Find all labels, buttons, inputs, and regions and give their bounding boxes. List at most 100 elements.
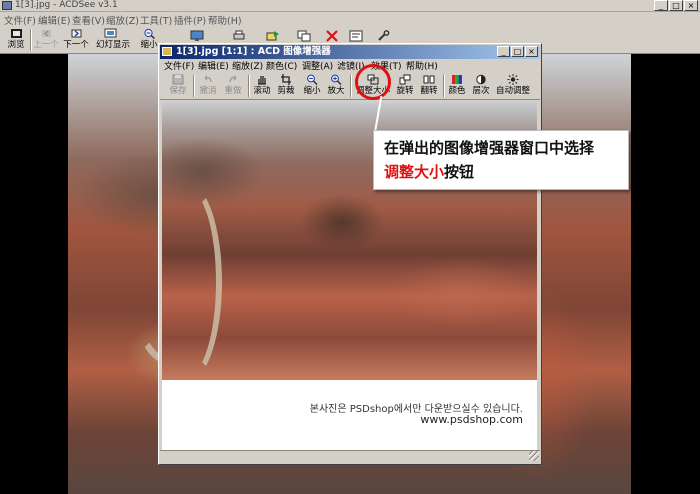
zoom-in-button[interactable]: 放大: [324, 73, 348, 99]
menu-help[interactable]: 帮助(H): [208, 13, 242, 27]
previous-button[interactable]: 上一个: [32, 28, 60, 52]
enhancer-menu-bar: 文件(F) 编辑(E) 缩放(Z) 颜色(C) 调整(A) 滤镜(I) 效果(T…: [160, 59, 540, 72]
copy-icon[interactable]: [297, 30, 311, 42]
levels-label: 层次: [472, 86, 490, 96]
delete-icon[interactable]: [325, 30, 339, 42]
zoom-out-icon: [143, 28, 155, 39]
callout-rest: 按钮: [444, 163, 475, 181]
enhancer-status-bar: [160, 450, 540, 462]
save-icon: [172, 74, 184, 85]
save-button[interactable]: 保存: [166, 73, 190, 99]
menu-view[interactable]: 查看(V): [72, 13, 105, 27]
scroll-label: 滚动: [253, 86, 271, 96]
rotate-label: 旋转: [396, 86, 414, 96]
redo-label: 重做: [224, 86, 242, 96]
toolbar-separator: [350, 75, 352, 97]
enhancer-window-controls: _ □ ×: [497, 46, 538, 57]
callout-line1: 在弹出的图像增强器窗口中选择: [384, 139, 595, 157]
color-label: 颜色: [448, 86, 466, 96]
levels-button[interactable]: 层次: [469, 73, 493, 99]
zoom-out-icon: [307, 74, 318, 85]
app-icon: [2, 1, 12, 10]
toolbar-separator: [193, 75, 195, 97]
close-button[interactable]: ×: [684, 0, 698, 11]
zoom-out-label: 缩小: [303, 86, 321, 96]
save-label: 保存: [169, 86, 187, 96]
enhancer-menu-edit[interactable]: 编辑(E): [198, 59, 229, 72]
zoom-out-button[interactable]: 缩小: [300, 73, 324, 99]
crop-label: 剪裁: [277, 86, 295, 96]
scroll-button[interactable]: 滚动: [250, 73, 274, 99]
enhancer-menu-zoom[interactable]: 缩放(Z): [232, 59, 263, 72]
next-label: 下一个: [63, 40, 89, 50]
maximize-button[interactable]: □: [669, 0, 683, 11]
highlight-circle: [355, 64, 391, 100]
monitor-icon[interactable]: [190, 30, 204, 42]
browse-button[interactable]: 浏览: [2, 28, 30, 52]
menu-file[interactable]: 文件(F): [4, 13, 36, 27]
auto-adjust-button[interactable]: 自动调整: [493, 73, 533, 99]
redo-button[interactable]: 重做: [221, 73, 245, 99]
menu-edit[interactable]: 编辑(E): [38, 13, 70, 27]
color-icon: [452, 75, 462, 84]
enhancer-menu-help[interactable]: 帮助(H): [406, 59, 438, 72]
menu-bar: 文件(F) 编辑(E) 查看(V) 缩放(Z) 工具(T) 插件(P) 帮助(H…: [0, 12, 700, 27]
menu-tools[interactable]: 工具(T): [140, 13, 172, 27]
menu-plugins[interactable]: 插件(P): [174, 13, 206, 27]
resize-grip-icon[interactable]: [529, 451, 539, 461]
window-title: 1[3].jpg - ACDSee v3.1: [15, 0, 118, 10]
rotate-button[interactable]: 旋转: [393, 73, 417, 99]
slideshow-button[interactable]: 幻灯显示: [96, 28, 131, 52]
flip-label: 翻转: [420, 86, 438, 96]
image-enhancer-window: 1[3].jpg [1:1] : ACD 图像增强器 _ □ × 文件(F) 编…: [158, 43, 542, 465]
enhancer-menu-file[interactable]: 文件(F): [164, 59, 194, 72]
next-icon: [71, 29, 81, 38]
browse-icon: [10, 29, 22, 38]
undo-icon: [204, 75, 212, 83]
enhancer-menu-adjust[interactable]: 调整(A): [302, 59, 333, 72]
enhancer-title-bar: 1[3].jpg [1:1] : ACD 图像增强器 _ □ ×: [160, 45, 540, 59]
enhancer-menu-color[interactable]: 颜色(C): [266, 59, 297, 72]
color-button[interactable]: 颜色: [445, 73, 469, 99]
levels-icon: [476, 74, 486, 85]
previous-icon: [41, 30, 51, 37]
minimize-button[interactable]: _: [654, 0, 668, 11]
tools-icon[interactable]: [377, 30, 391, 42]
enhancer-app-icon: [162, 47, 172, 56]
menu-zoom[interactable]: 缩放(Z): [106, 13, 139, 27]
window-controls: _ □ ×: [654, 0, 698, 11]
hand-icon: [258, 76, 266, 85]
next-button[interactable]: 下一个: [62, 28, 90, 52]
flip-icon: [423, 75, 435, 84]
river-detail: [162, 182, 222, 380]
enhancer-minimize-button[interactable]: _: [497, 46, 510, 57]
auto-adjust-icon: [507, 74, 519, 85]
zoom-in-label: 放大: [327, 86, 345, 96]
undo-label: 撤消: [199, 86, 217, 96]
enhancer-close-button[interactable]: ×: [525, 46, 538, 57]
auto-adjust-label: 自动调整: [495, 86, 530, 96]
callout-highlight: 调整大小: [384, 163, 445, 181]
enhancer-toolbar: 保存 撤消 重做 滚动 剪裁 缩小 放大 调整大小 旋转 翻转 颜色 层次 自动…: [160, 72, 540, 100]
slideshow-icon: [104, 28, 116, 38]
print-icon[interactable]: [232, 30, 246, 42]
enhancer-window-title: 1[3].jpg [1:1] : ACD 图像增强器: [176, 46, 331, 57]
slideshow-label: 幻灯显示: [96, 40, 131, 50]
crop-button[interactable]: 剪裁: [274, 73, 298, 99]
watermark-url: www.psdshop.com: [420, 413, 523, 426]
callout-line2: 调整大小按钮: [384, 160, 618, 184]
properties-icon[interactable]: [349, 30, 363, 42]
browse-label: 浏览: [7, 40, 25, 50]
instruction-callout: 在弹出的图像增强器窗口中选择 调整大小按钮: [373, 130, 629, 190]
enhancer-maximize-button[interactable]: □: [511, 46, 524, 57]
title-bar: 1[3].jpg - ACDSee v3.1 _ □ ×: [0, 0, 700, 12]
send-icon[interactable]: [266, 30, 280, 42]
crop-icon: [281, 74, 291, 85]
rotate-icon: [399, 74, 411, 85]
redo-icon: [229, 75, 237, 83]
image-caption-area: 본사진은 PSDshop에서만 다운받으실수 있습니다. www.psdshop…: [162, 380, 537, 450]
flip-button[interactable]: 翻转: [417, 73, 441, 99]
zoom-in-icon: [331, 74, 342, 85]
undo-button[interactable]: 撤消: [196, 73, 220, 99]
previous-label: 上一个: [33, 40, 59, 50]
